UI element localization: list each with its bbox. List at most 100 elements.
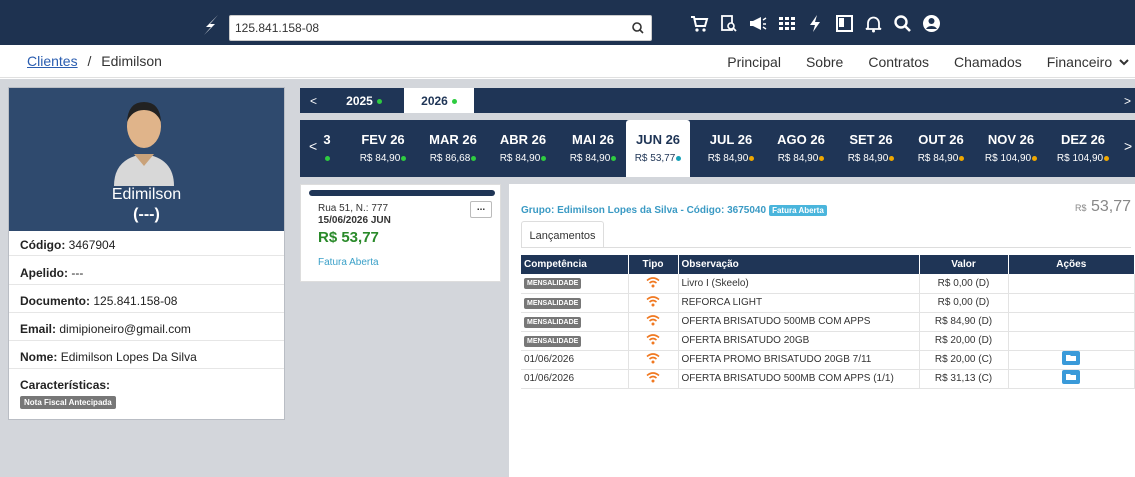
profile-card: Edimilson (---) Código: 3467904 Apelido:…: [8, 87, 285, 420]
magnifier-icon[interactable]: [893, 14, 912, 33]
month-value: R$ 84,90: [707, 153, 749, 164]
nav-chamados[interactable]: Chamados: [954, 54, 1022, 70]
user-account-icon[interactable]: [922, 14, 941, 33]
nav-principal[interactable]: Principal: [727, 54, 781, 70]
year-prev-arrow[interactable]: <: [310, 94, 317, 108]
table-row: MENSALIDADE OFERTA BRISATUDO 20GB R$ 20,…: [521, 331, 1135, 351]
month-value: R$ 84,90: [499, 153, 541, 164]
cell-competencia: MENSALIDADE: [521, 312, 629, 332]
month-partial-label: 3: [323, 132, 331, 147]
month-value: R$ 104,90: [984, 153, 1032, 164]
month-name: DEZ 26: [1060, 132, 1106, 147]
megaphone-icon[interactable]: [748, 14, 767, 33]
grid-icon[interactable]: [777, 14, 796, 33]
apelido-value: ---: [71, 266, 84, 280]
top-bar: [0, 0, 1135, 45]
profile-name: Edimilson: [111, 186, 182, 203]
tab-year-2025[interactable]: 2025: [330, 88, 398, 113]
profile-header: Edimilson (---): [9, 88, 284, 231]
invoice-status: Fatura Aberta: [318, 257, 379, 268]
status-dot: [324, 155, 330, 161]
cell-tipo: [628, 369, 679, 389]
cell-valor: R$ 0,00 (D): [919, 293, 1009, 313]
cart-icon[interactable]: [690, 14, 709, 33]
cell-tipo: [628, 312, 679, 332]
table-row: 01/06/2026 OFERTA PROMO BRISATUDO 20GB 7…: [521, 350, 1135, 370]
nav-contratos[interactable]: Contratos: [868, 54, 929, 70]
fatura-aberta-badge: Fatura Aberta: [769, 205, 827, 216]
cell-competencia: 01/06/2026: [521, 350, 629, 370]
more-options-button[interactable]: ...: [470, 201, 492, 218]
documento-value: 125.841.158-08: [93, 294, 178, 308]
month-tab[interactable]: ABR 26 R$ 84,90: [488, 120, 558, 177]
cell-acoes: [1008, 369, 1135, 389]
month-name: FEV 26: [361, 132, 405, 147]
email-value: dimipioneiro@gmail.com: [59, 322, 191, 336]
wifi-icon: [646, 353, 660, 364]
status-dot: [401, 155, 407, 161]
table-row: 01/06/2026 OFERTA BRISATUDO 500MB COM AP…: [521, 369, 1135, 389]
divider: [9, 368, 284, 369]
month-value: R$ 84,90: [569, 153, 611, 164]
col-acoes: Ações: [1008, 255, 1135, 274]
invoice-card[interactable]: Rua 51, N.: 777 15/06/2026 JUN R$ 53,77 …: [300, 184, 501, 282]
status-dot: [959, 155, 965, 161]
month-next-arrow[interactable]: >: [1124, 138, 1132, 154]
tab-lancamentos[interactable]: Lançamentos: [521, 221, 604, 248]
nome-label: Nome:: [20, 350, 58, 364]
month-tab[interactable]: FEV 26 R$ 84,90: [348, 120, 418, 177]
brand-logo-icon[interactable]: [202, 15, 220, 35]
month-tab[interactable]: SET 26 R$ 84,90: [836, 120, 906, 177]
apelido-label: Apelido:: [20, 266, 68, 280]
breadcrumb-clientes-link[interactable]: Clientes: [27, 53, 78, 69]
nav-financeiro[interactable]: Financeiro: [1047, 54, 1129, 70]
divider: [9, 284, 284, 285]
tab-year-2026[interactable]: 2026: [404, 88, 474, 113]
status-dot: [676, 155, 682, 161]
month-name: MAR 26: [429, 132, 477, 147]
month-tab[interactable]: NOV 26 R$ 104,90: [976, 120, 1046, 177]
month-tab-active[interactable]: JUN 26 R$ 53,77: [626, 120, 690, 177]
breadcrumb-current: Edimilson: [101, 53, 162, 69]
month-tab[interactable]: JUL 26 R$ 84,90: [696, 120, 766, 177]
month-tabs: < 3 FEV 26 R$ 84,90 MAR 26 R$ 86,68 ABR 26…: [300, 120, 1135, 177]
month-name: ABR 26: [499, 132, 547, 147]
year-next-arrow[interactable]: >: [1124, 94, 1131, 108]
month-partial[interactable]: 3: [320, 120, 334, 177]
cell-acoes: [1008, 274, 1135, 294]
month-prev-arrow[interactable]: <: [309, 138, 317, 154]
month-tab[interactable]: AGO 26 R$ 84,90: [766, 120, 836, 177]
status-dot: [1032, 155, 1038, 161]
board-icon[interactable]: [835, 14, 854, 33]
bell-icon[interactable]: [864, 14, 883, 33]
cell-observacao: OFERTA BRISATUDO 500MB COM APPS: [678, 312, 920, 332]
profile-nickname: (---): [133, 206, 160, 223]
year-label: 2026: [421, 94, 448, 108]
search-icon[interactable]: [631, 21, 645, 35]
month-tab[interactable]: MAR 26 R$ 86,68: [418, 120, 488, 177]
nav-sobre[interactable]: Sobre: [806, 54, 843, 70]
cell-competencia: 01/06/2026: [521, 369, 629, 389]
table-header-row: Competência Tipo Observação Valor Ações: [521, 255, 1135, 274]
invoice-header-bar: [309, 190, 495, 196]
search-box: [229, 15, 652, 41]
month-name: SET 26: [849, 132, 893, 147]
month-tab[interactable]: MAI 26 R$ 84,90: [558, 120, 628, 177]
month-tab[interactable]: OUT 26 R$ 84,90: [906, 120, 976, 177]
folder-open-icon[interactable]: [1062, 351, 1081, 365]
wifi-icon: [646, 296, 660, 307]
cell-acoes: [1008, 331, 1135, 351]
month-tab[interactable]: DEZ 26 R$ 104,90: [1048, 120, 1118, 177]
status-dot: [611, 155, 617, 161]
document-search-icon[interactable]: [719, 14, 738, 33]
breadcrumb: Clientes / Edimilson: [27, 53, 162, 69]
folder-open-icon[interactable]: [1062, 370, 1081, 384]
search-input[interactable]: [230, 16, 620, 40]
breadcrumb-separator: /: [87, 53, 92, 69]
month-name: AGO 26: [777, 132, 825, 147]
lightning-icon[interactable]: [806, 14, 825, 33]
cell-acoes: [1008, 312, 1135, 332]
cell-tipo: [628, 350, 679, 370]
cell-acoes: [1008, 293, 1135, 313]
col-observacao: Observação: [678, 255, 920, 274]
